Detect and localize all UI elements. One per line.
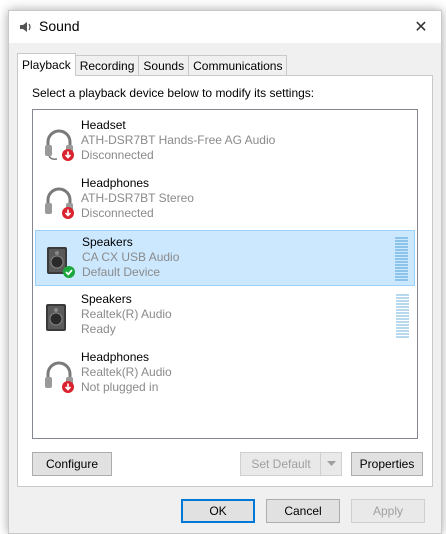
- device-name: Headphones: [81, 350, 150, 364]
- window-title: Sound: [39, 18, 80, 34]
- set-default-label: Set Default: [251, 457, 311, 471]
- volume-level-meter: [396, 294, 409, 338]
- device-name: Headphones: [81, 176, 150, 190]
- device-status: Not plugged in: [81, 380, 159, 394]
- device-name: Speakers: [82, 235, 133, 249]
- device-status: Disconnected: [81, 206, 154, 220]
- device-status: Disconnected: [81, 148, 154, 162]
- tab-playback[interactable]: Playback: [17, 53, 76, 76]
- device-text: Speakers Realtek(R) Audio Ready: [81, 292, 172, 337]
- device-driver: Realtek(R) Audio: [81, 307, 172, 321]
- default-check-icon: [63, 266, 75, 278]
- close-button[interactable]: ✕: [401, 11, 441, 43]
- volume-level-meter: [395, 237, 408, 281]
- device-text: Headphones Realtek(R) Audio Not plugged …: [81, 350, 172, 395]
- tab-recording[interactable]: Recording: [74, 55, 140, 75]
- tab-communications[interactable]: Communications: [188, 55, 288, 75]
- device-item-speakers-realtek[interactable]: Speakers Realtek(R) Audio Ready: [35, 288, 415, 344]
- ok-button[interactable]: OK: [181, 499, 255, 523]
- device-driver: CA CX USB Audio: [82, 250, 180, 264]
- device-driver: ATH-DSR7BT Stereo: [81, 191, 194, 205]
- title-bar: Sound ✕: [9, 11, 441, 43]
- device-status: Ready: [81, 322, 116, 336]
- set-default-button[interactable]: Set Default: [240, 452, 342, 476]
- configure-button[interactable]: Configure: [32, 452, 112, 476]
- speaker-icon: [20, 22, 31, 32]
- device-item-headphones-ath[interactable]: Headphones ATH-DSR7BT Stereo Disconnecte…: [35, 172, 415, 228]
- instruction-text: Select a playback device below to modify…: [32, 86, 315, 100]
- sound-dialog: Sound ✕ Playback Recording Sounds Commun…: [8, 10, 442, 534]
- device-list[interactable]: Headset ATH-DSR7BT Hands-Free AG Audio D…: [32, 109, 418, 439]
- device-name: Speakers: [81, 292, 132, 306]
- headphones-icon: [45, 187, 74, 219]
- headset-icon: [45, 129, 74, 161]
- speaker-icon: [47, 247, 75, 278]
- set-default-dropdown-button[interactable]: [320, 453, 341, 475]
- device-text: Speakers CA CX USB Audio Default Device: [82, 235, 179, 280]
- close-icon: ✕: [414, 19, 428, 36]
- device-driver: Realtek(R) Audio: [81, 365, 172, 379]
- device-item-headset[interactable]: Headset ATH-DSR7BT Hands-Free AG Audio D…: [35, 114, 415, 170]
- device-item-headphones-realtek[interactable]: Headphones Realtek(R) Audio Not plugged …: [35, 346, 415, 402]
- apply-button[interactable]: Apply: [351, 499, 425, 523]
- device-name: Headset: [81, 118, 126, 132]
- device-text: Headset ATH-DSR7BT Hands-Free AG Audio D…: [81, 118, 275, 163]
- device-item-speakers-cacx[interactable]: Speakers CA CX USB Audio Default Device: [35, 230, 415, 286]
- device-status: Default Device: [82, 265, 161, 279]
- properties-button[interactable]: Properties: [351, 452, 423, 476]
- device-driver: ATH-DSR7BT Hands-Free AG Audio: [81, 133, 276, 147]
- chevron-down-icon: [326, 461, 336, 466]
- tab-sounds[interactable]: Sounds: [138, 55, 190, 75]
- cancel-button[interactable]: Cancel: [266, 499, 340, 523]
- headphones-icon: [45, 361, 74, 393]
- device-text: Headphones ATH-DSR7BT Stereo Disconnecte…: [81, 176, 194, 221]
- playback-panel: Select a playback device below to modify…: [17, 75, 433, 487]
- tab-strip: Playback Recording Sounds Communications: [17, 53, 288, 76]
- speaker-icon: [46, 304, 66, 331]
